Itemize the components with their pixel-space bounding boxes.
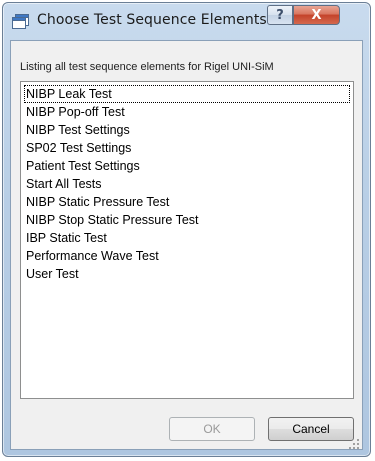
list-item[interactable]: User Test <box>24 265 350 283</box>
list-item[interactable]: Patient Test Settings <box>24 157 350 175</box>
help-button[interactable]: ? <box>267 5 293 25</box>
list-item[interactable]: NIBP Test Settings <box>24 121 350 139</box>
ok-button[interactable]: OK <box>169 417 255 441</box>
list-caption: Listing all test sequence elements for R… <box>20 61 274 73</box>
list-item[interactable]: NIBP Stop Static Pressure Test <box>24 211 350 229</box>
window-title: Choose Test Sequence Elements <box>37 12 267 28</box>
list-item[interactable]: SP02 Test Settings <box>24 139 350 157</box>
cancel-button-label: Cancel <box>292 422 330 436</box>
list-item[interactable]: Performance Wave Test <box>24 247 350 265</box>
list-item[interactable]: NIBP Leak Test <box>24 85 350 103</box>
close-button[interactable]: X <box>293 5 340 25</box>
dialog-client-area: Listing all test sequence elements for R… <box>10 40 363 450</box>
list-item[interactable]: Start All Tests <box>24 175 350 193</box>
test-elements-listbox[interactable]: NIBP Leak Test NIBP Pop-off Test NIBP Te… <box>20 81 354 399</box>
list-item[interactable]: NIBP Static Pressure Test <box>24 193 350 211</box>
help-icon: ? <box>276 7 284 23</box>
list-item[interactable]: IBP Static Test <box>24 229 350 247</box>
close-icon: X <box>311 7 322 23</box>
ok-button-label: OK <box>203 422 221 436</box>
dialog-window-icon <box>12 14 29 29</box>
list-item[interactable]: NIBP Pop-off Test <box>24 103 350 121</box>
dialog-window: Choose Test Sequence Elements ? X Listin… <box>2 2 371 457</box>
cancel-button[interactable]: Cancel <box>268 417 354 441</box>
resize-grip-icon[interactable] <box>348 435 360 449</box>
title-bar[interactable]: Choose Test Sequence Elements ? X <box>3 3 370 39</box>
